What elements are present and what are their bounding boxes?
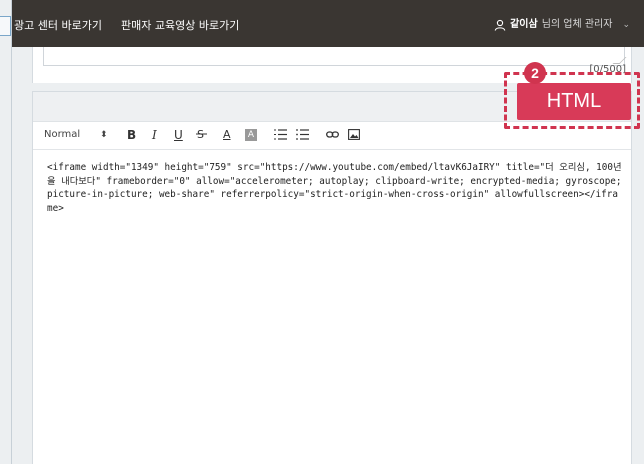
- underline-button[interactable]: U: [174, 127, 183, 143]
- seller-education-link[interactable]: 판매자 교육영상 바로가기: [121, 19, 239, 33]
- link-icon[interactable]: [326, 129, 339, 145]
- user-icon: [494, 19, 506, 31]
- user-menu[interactable]: 같이삼 님의 업체 관리자 ⌄: [494, 18, 630, 32]
- image-icon[interactable]: [348, 129, 360, 145]
- left-sidebar-edge: [0, 0, 12, 464]
- bold-button[interactable]: B: [127, 127, 136, 143]
- strike-icon: S: [196, 128, 207, 141]
- background-color-button[interactable]: A: [245, 129, 257, 141]
- strike-button[interactable]: S: [196, 127, 207, 144]
- step-number-badge: 2: [524, 62, 546, 84]
- format-select[interactable]: Normal: [44, 127, 80, 143]
- chevron-down-icon[interactable]: ⌄: [622, 18, 630, 32]
- editor-panel: Normal ⬍ B I U S A A <iframe width="1349…: [32, 91, 632, 464]
- user-name: 같이삼: [510, 19, 538, 30]
- html-mode-annotation: HTML 2: [504, 62, 640, 129]
- text-color-button[interactable]: A: [223, 127, 231, 143]
- ad-center-link[interactable]: 광고 센터 바로가기: [14, 19, 102, 33]
- format-select-arrows-icon[interactable]: ⬍: [100, 127, 108, 143]
- bullet-list-icon[interactable]: [296, 129, 309, 145]
- italic-button[interactable]: I: [152, 127, 157, 143]
- editor-content[interactable]: <iframe width="1349" height="759" src="h…: [47, 161, 622, 215]
- top-navigation-bar: 광고 센터 바로가기 판매자 교육영상 바로가기 같이삼 님의 업체 관리자 ⌄: [0, 0, 644, 47]
- user-role-label: 님의 업체 관리자: [541, 19, 613, 30]
- ordered-list-icon[interactable]: [274, 129, 287, 145]
- sidebar-frame: [0, 16, 11, 36]
- html-mode-button[interactable]: HTML: [517, 83, 631, 120]
